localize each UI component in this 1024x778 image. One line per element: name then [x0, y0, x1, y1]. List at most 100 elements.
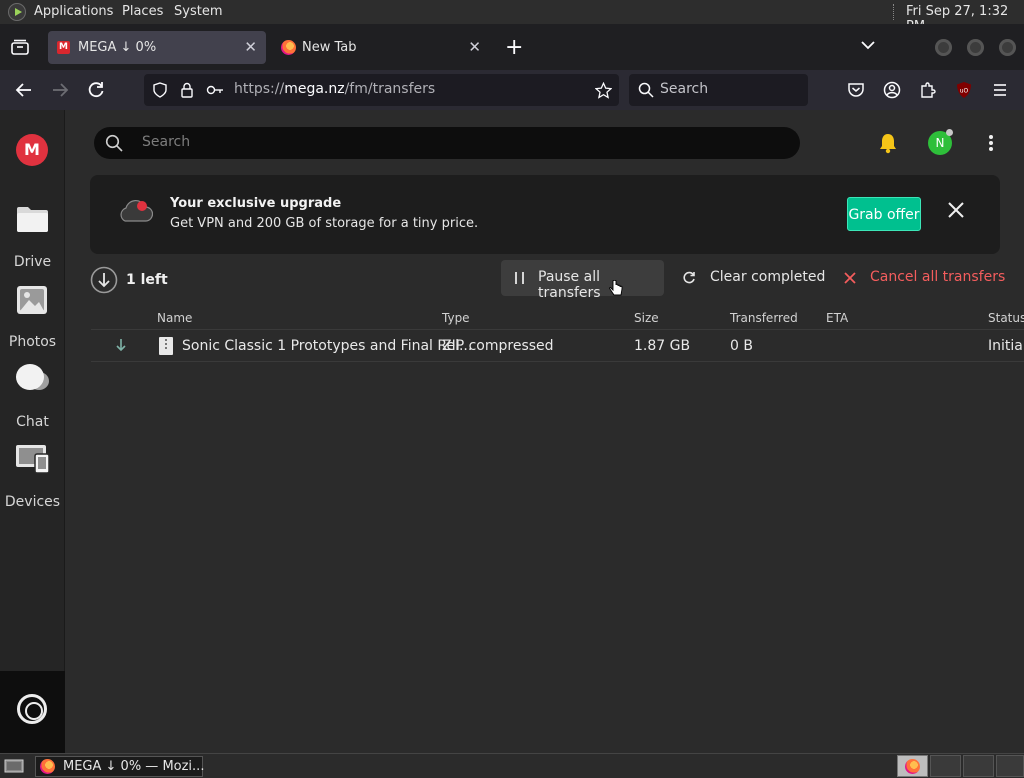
sidebar-item-label: Chat — [16, 414, 49, 430]
cell-transferred: 0 B — [730, 338, 753, 354]
refresh-clear-icon — [682, 271, 696, 289]
taskbar-window-title: MEGA ↓ 0% — Mozi... — [63, 759, 205, 774]
tab-title: MEGA ↓ 0% — [78, 40, 157, 55]
key-permissions-icon[interactable] — [206, 83, 224, 101]
workspace-switcher[interactable] — [897, 755, 928, 777]
upgrade-banner: Your exclusive upgrade Get VPN and 200 G… — [90, 175, 1000, 254]
ublock-origin-icon[interactable]: uO — [952, 78, 976, 102]
avatar-status-dot — [946, 129, 953, 136]
back-arrow-icon[interactable] — [12, 78, 36, 102]
firefox-favicon-icon — [281, 40, 296, 55]
vpn-cloud-icon — [117, 197, 154, 229]
tracking-protection-shield-icon[interactable] — [152, 82, 168, 102]
search-icon — [638, 82, 654, 102]
grab-offer-button[interactable]: Grab offer — [847, 197, 921, 231]
cell-size: 1.87 GB — [634, 338, 691, 354]
table-row[interactable]: Sonic Classic 1 Prototypes and Final Rel… — [91, 329, 1024, 362]
workspace-3[interactable] — [963, 755, 994, 777]
pocket-icon[interactable] — [844, 78, 868, 102]
web-search-box[interactable]: Search — [629, 74, 808, 106]
column-header-type[interactable]: Type — [442, 311, 470, 325]
mega-search-placeholder: Search — [142, 134, 191, 150]
mega-logo[interactable]: M — [16, 134, 48, 166]
tab-overview-icon[interactable] — [10, 37, 30, 57]
reload-icon[interactable] — [84, 78, 108, 102]
transfers-toolbar: 1 left Pause all transfers Clear complet… — [65, 260, 1024, 301]
close-banner-icon[interactable] — [947, 197, 965, 225]
cell-name: Sonic Classic 1 Prototypes and Final Rel… — [182, 338, 473, 354]
tab-new-tab[interactable]: New Tab ✕ — [272, 31, 490, 64]
sidebar-item-drive[interactable]: Drive — [0, 200, 65, 270]
mega-sidebar: M Drive Photos Chat Devices — [0, 110, 65, 753]
workspace-2[interactable] — [930, 755, 961, 777]
column-header-name[interactable]: Name — [157, 311, 192, 325]
mega-main: Search N Your exclusive upgrade Get VPN … — [65, 110, 1024, 753]
system-taskbar: MEGA ↓ 0% — Mozi... — [0, 753, 1024, 778]
cell-type: ZIP compressed — [442, 338, 554, 354]
column-header-transferred[interactable]: Transferred — [730, 311, 798, 325]
url-host: mega.nz — [284, 81, 345, 97]
extensions-puzzle-icon[interactable] — [916, 78, 940, 102]
pause-icon — [514, 271, 526, 289]
svg-text:uO: uO — [960, 88, 969, 95]
panel-separator — [893, 4, 895, 20]
mega-sync-panel[interactable] — [0, 671, 65, 753]
account-icon[interactable] — [880, 78, 904, 102]
url-text[interactable]: https://mega.nz/fm/transfers — [234, 81, 435, 97]
more-options-kebab-icon[interactable] — [988, 134, 994, 156]
column-header-size[interactable]: Size — [634, 311, 659, 325]
zip-file-icon — [159, 337, 173, 355]
url-path: /fm/transfers — [344, 81, 436, 97]
pause-all-label: Pause all transfers — [538, 269, 601, 301]
sidebar-item-chat[interactable]: Chat — [0, 360, 65, 430]
sidebar-item-label: Drive — [13, 254, 52, 270]
mega-search-input[interactable]: Search — [94, 127, 800, 159]
maximize-window-button[interactable] — [967, 39, 984, 56]
column-header-status[interactable]: Status — [988, 311, 1024, 325]
cell-status: Initial — [988, 338, 1024, 354]
browser-tab-bar: M MEGA ↓ 0% ✕ New Tab ✕ + — [0, 24, 1024, 70]
sidebar-item-label: Photos — [8, 334, 57, 350]
forward-arrow-icon[interactable] — [48, 78, 72, 102]
column-header-eta[interactable]: ETA — [826, 311, 848, 325]
web-search-placeholder: Search — [660, 81, 709, 97]
transfers-remaining-count: 1 left — [126, 272, 168, 288]
sync-icon[interactable] — [17, 694, 47, 724]
lock-icon[interactable] — [180, 82, 194, 102]
list-all-tabs-chevron-icon[interactable] — [860, 37, 876, 53]
url-scheme: https:// — [234, 81, 285, 97]
tab-mega[interactable]: M MEGA ↓ 0% ✕ — [48, 31, 266, 64]
minimize-window-button[interactable] — [935, 39, 952, 56]
notifications-bell-icon[interactable] — [877, 132, 899, 158]
transfers-table-header: Name Type Size Transferred ETA Status — [65, 308, 1024, 328]
places-menu[interactable]: Places — [122, 4, 163, 19]
sidebar-item-devices[interactable]: Devices — [0, 440, 65, 510]
sidebar-item-photos[interactable]: Photos — [0, 280, 65, 350]
firefox-icon — [40, 759, 55, 774]
chat-icon — [15, 363, 51, 399]
close-tab-icon[interactable]: ✕ — [244, 38, 257, 56]
new-tab-plus-icon[interactable]: + — [505, 35, 523, 60]
system-menu[interactable]: System — [174, 4, 222, 19]
tab-title: New Tab — [302, 40, 357, 55]
bookmark-star-icon[interactable] — [594, 81, 613, 103]
pause-all-transfers-button[interactable]: Pause all transfers — [501, 260, 664, 301]
applications-menu[interactable]: Applications — [34, 4, 113, 19]
app-menu-hamburger-icon[interactable] — [988, 78, 1012, 102]
download-arrow-icon — [115, 338, 127, 356]
firefox-icon — [905, 759, 920, 774]
devices-icon — [15, 444, 51, 478]
show-desktop-icon[interactable] — [4, 758, 24, 778]
cancel-x-icon — [844, 272, 856, 288]
banner-text: Get VPN and 200 GB of storage for a tiny… — [170, 216, 479, 231]
close-tab-icon[interactable]: ✕ — [468, 38, 481, 56]
sidebar-item-label: Devices — [4, 494, 61, 510]
cancel-all-transfers-button[interactable]: Cancel all transfers — [870, 269, 1005, 285]
url-bar[interactable]: https://mega.nz/fm/transfers — [144, 74, 619, 106]
search-icon — [105, 134, 123, 156]
taskbar-window-firefox[interactable]: MEGA ↓ 0% — Mozi... — [35, 756, 205, 777]
close-window-button[interactable] — [999, 39, 1016, 56]
clear-completed-button[interactable]: Clear completed — [710, 269, 825, 285]
distro-logo-icon[interactable] — [8, 3, 26, 21]
workspace-4[interactable] — [996, 755, 1024, 777]
